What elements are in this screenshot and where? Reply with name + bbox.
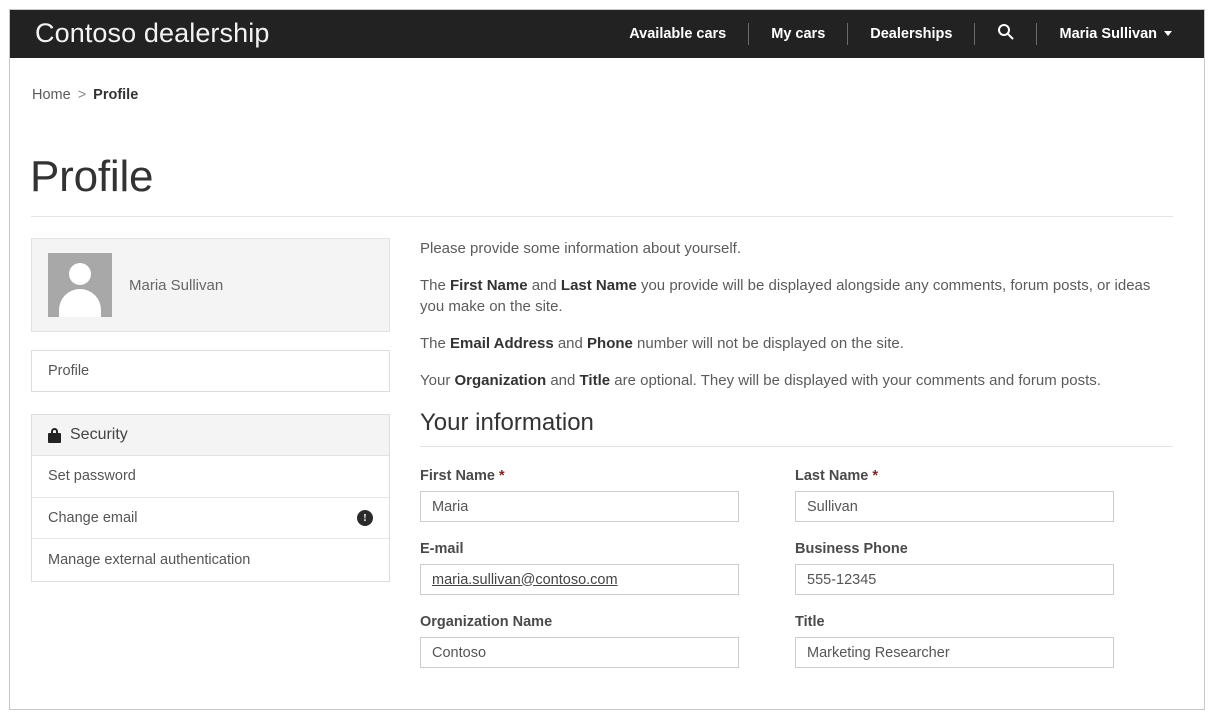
sidebar-item-label: Set password — [48, 468, 136, 485]
paragraph-text: and — [527, 277, 561, 294]
emphasized-text: Email Address — [450, 335, 554, 352]
emphasized-text: Title — [579, 372, 611, 389]
site-brand-link[interactable]: Contoso dealership — [35, 18, 269, 49]
sidebar: Maria Sullivan Profile Security Set pass… — [31, 238, 390, 582]
top-navigation-bar: Contoso dealership Available cars My car… — [10, 10, 1204, 58]
field-label-last-name: Last Name * — [795, 468, 1113, 484]
profile-nav-panel: Profile — [31, 350, 390, 392]
label-text: Business Phone — [795, 541, 908, 557]
security-panel: Security Set password Change email ! Man… — [31, 414, 390, 582]
user-avatar-placeholder-icon — [48, 253, 112, 317]
label-text: Title — [795, 614, 825, 630]
breadcrumb-item-profile: Profile — [93, 87, 139, 103]
field-label-title: Title — [795, 614, 1113, 630]
main-content: Please provide some information about yo… — [420, 238, 1173, 668]
paragraph-text: The — [420, 335, 451, 352]
section-heading-your-information: Your information — [420, 409, 1173, 447]
security-panel-header: Security — [32, 415, 389, 456]
chevron-down-icon — [1164, 31, 1172, 36]
page-title: Profile — [30, 152, 154, 201]
sidebar-item-label: Change email — [48, 509, 138, 526]
emphasized-text: First Name — [450, 277, 528, 294]
breadcrumb: Home > Profile — [32, 87, 138, 103]
search-icon — [997, 23, 1014, 45]
page-frame: Contoso dealership Available cars My car… — [9, 9, 1205, 710]
field-label-organization-name: Organization Name — [420, 614, 795, 630]
avatar-head-shape — [69, 263, 91, 285]
required-indicator: * — [868, 468, 879, 484]
paragraph-text: and — [546, 372, 580, 389]
email-input[interactable] — [420, 564, 739, 595]
intro-paragraphs: Please provide some information about yo… — [420, 238, 1173, 391]
organization-name-input[interactable] — [420, 637, 739, 668]
user-menu-label: Maria Sullivan — [1059, 26, 1157, 42]
sidebar-item-change-email[interactable]: Change email ! — [32, 498, 389, 539]
field-label-email: E-mail — [420, 541, 795, 557]
form-field-business-phone: Business Phone — [795, 541, 1114, 595]
label-text: Organization Name — [420, 614, 553, 630]
form-field-last-name: Last Name * — [795, 468, 1114, 522]
security-panel-title: Security — [70, 426, 128, 443]
nav-item-available-cars[interactable]: Available cars — [607, 26, 748, 42]
business-phone-input[interactable] — [795, 564, 1114, 595]
nav-item-dealerships[interactable]: Dealerships — [848, 26, 974, 42]
sidebar-item-manage-external-authentication[interactable]: Manage external authentication — [32, 539, 389, 581]
form-field-organization-name: Organization Name — [420, 614, 795, 668]
label-text: First Name — [420, 468, 495, 484]
first-name-input[interactable] — [420, 491, 739, 522]
profile-form: First Name *Last Name *E-mailBusiness Ph… — [420, 468, 1173, 668]
sidebar-item-label: Profile — [48, 363, 90, 379]
alert-exclamation-icon: ! — [357, 509, 373, 526]
paragraph-text: The — [420, 277, 451, 294]
emphasized-text: Phone — [587, 335, 633, 352]
breadcrumb-item-home[interactable]: Home — [32, 87, 71, 103]
sidebar-item-profile[interactable]: Profile — [32, 351, 389, 391]
sidebar-item-set-password[interactable]: Set password — [32, 456, 389, 498]
primary-nav: Available cars My cars Dealerships Maria… — [607, 10, 1194, 58]
avatar-body-shape — [59, 289, 101, 317]
last-name-input[interactable] — [795, 491, 1114, 522]
paragraph-text: number will not be displayed on the site… — [632, 335, 904, 352]
sidebar-item-label: Manage external authentication — [48, 551, 251, 568]
emphasized-text: Last Name — [560, 277, 637, 294]
paragraph-text: Please provide some information about yo… — [420, 240, 742, 257]
title-input[interactable] — [795, 637, 1114, 668]
intro-paragraph: The Email Address and Phone number will … — [420, 333, 1173, 354]
required-indicator: * — [494, 468, 505, 484]
paragraph-text: are optional. They will be displayed wit… — [610, 372, 1101, 389]
field-label-first-name: First Name * — [420, 468, 795, 484]
title-divider — [31, 216, 1173, 217]
form-field-first-name: First Name * — [420, 468, 795, 522]
search-button[interactable] — [975, 23, 1036, 45]
label-text: Last Name — [795, 468, 869, 484]
user-menu-button[interactable]: Maria Sullivan — [1037, 26, 1194, 42]
lock-icon — [48, 427, 61, 443]
field-label-business-phone: Business Phone — [795, 541, 1113, 557]
profile-summary-card: Maria Sullivan — [31, 238, 390, 332]
paragraph-text: and — [553, 335, 588, 352]
paragraph-text: Your — [420, 372, 455, 389]
profile-card-name: Maria Sullivan — [129, 276, 224, 294]
breadcrumb-separator: > — [77, 87, 87, 103]
form-field-email: E-mail — [420, 541, 795, 595]
nav-item-my-cars[interactable]: My cars — [749, 26, 847, 42]
emphasized-text: Organization — [454, 372, 547, 389]
label-text: E-mail — [420, 541, 464, 557]
intro-paragraph: Please provide some information about yo… — [420, 238, 1173, 259]
intro-paragraph: The First Name and Last Name you provide… — [420, 275, 1173, 317]
form-field-title: Title — [795, 614, 1114, 668]
intro-paragraph: Your Organization and Title are optional… — [420, 370, 1173, 391]
